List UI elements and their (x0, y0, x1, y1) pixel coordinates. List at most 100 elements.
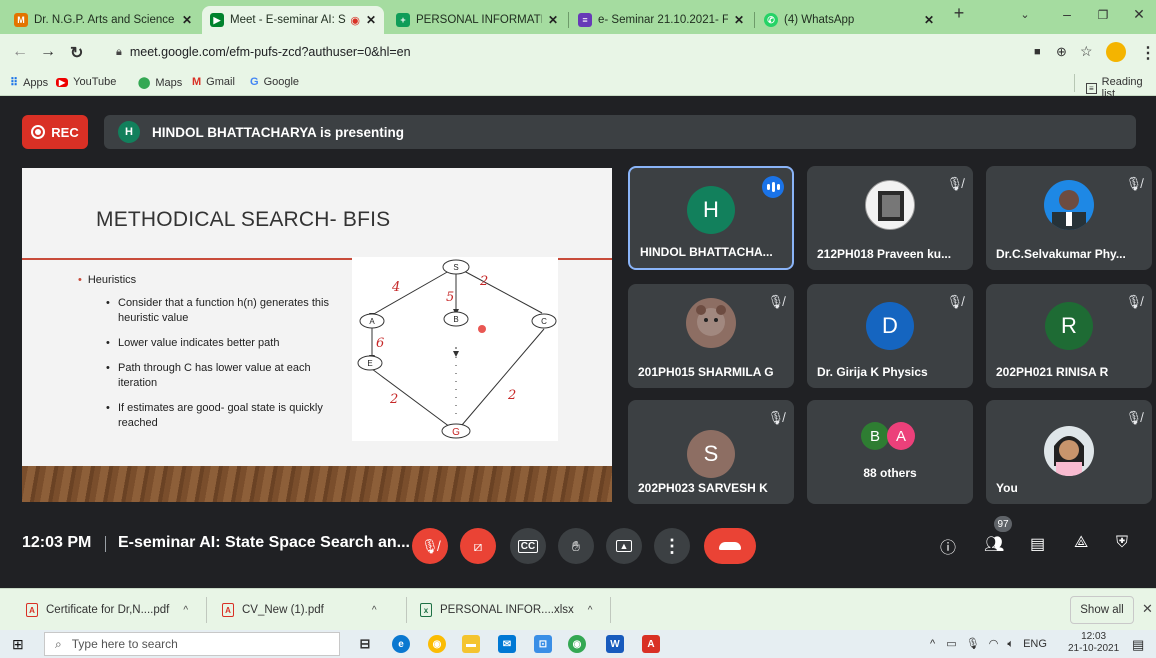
bookmark-youtube[interactable]: ▶ YouTube (56, 76, 116, 88)
reload-icon[interactable]: ↻ (70, 43, 83, 63)
participant-tile[interactable]: 🎙︎̸ Dr.C.Selvakumar Phy... (986, 166, 1152, 270)
taskbar-search[interactable]: ⌕ Type here to search (44, 632, 340, 656)
acrobat-icon[interactable]: A (642, 635, 660, 653)
participant-avatar: H (687, 186, 735, 234)
mail-icon[interactable]: ✉ (498, 635, 516, 653)
address-bar[interactable]: 🔒︎ meet.google.com/efm-pufs-zcd?authuser… (104, 38, 1024, 66)
people-icon[interactable]: 👥︎ (984, 534, 1004, 554)
pdf-icon: A (222, 603, 234, 617)
close-tab-icon[interactable]: ✕ (734, 13, 744, 27)
participant-tile[interactable]: 🎙︎̸ 201PH015 SHARMILA G (628, 284, 794, 388)
tab-label: Dr. N.G.P. Arts and Science C (34, 14, 176, 26)
battery-icon[interactable]: ▭ (946, 638, 956, 650)
camera-in-use-icon[interactable]: ■ (1034, 46, 1041, 58)
word-icon[interactable]: W (606, 635, 624, 653)
chevron-up-icon[interactable]: ^ (372, 605, 377, 616)
zoom-icon[interactable]: ⊕ (1056, 44, 1067, 60)
meeting-info-icon[interactable]: ⓘ (940, 534, 956, 558)
bookmark-gmail[interactable]: M Gmail (192, 76, 235, 88)
mic-icon[interactable]: 🎙︎ (966, 638, 980, 650)
recording-badge[interactable]: REC (22, 115, 88, 149)
chevron-up-icon[interactable]: ^ (588, 605, 593, 616)
activities-icon[interactable]: ⟁ (1074, 534, 1088, 552)
notifications-icon[interactable]: ▤ (1132, 637, 1144, 653)
tab-search-icon[interactable]: ⌄ (1010, 8, 1040, 21)
participant-avatar: B (861, 422, 889, 450)
wifi-icon[interactable]: ◠ (989, 638, 999, 650)
chat-icon[interactable]: ▤ (1030, 534, 1045, 554)
window-close-icon[interactable]: ✕ (1124, 6, 1154, 23)
file-explorer-icon[interactable]: ▬ (462, 635, 480, 653)
chevron-up-icon[interactable]: ^ (930, 638, 935, 650)
gmail-icon: M (192, 76, 202, 88)
participant-tile[interactable]: 🎙︎̸ D Dr. Girija K Physics (807, 284, 973, 388)
chevron-up-icon[interactable]: ^ (183, 605, 188, 616)
tab-whatsapp[interactable]: ✆ (4) WhatsApp ✕ (756, 6, 942, 34)
bookmark-label: Google (263, 76, 300, 88)
menu-icon[interactable]: ⋮ (1140, 43, 1156, 63)
sheets-icon: + (396, 13, 410, 27)
mic-off-icon: 🎙︎̸ (946, 294, 963, 309)
edge-icon[interactable]: e (392, 635, 410, 653)
tab-ngp[interactable]: M Dr. N.G.P. Arts and Science C ✕ (6, 6, 200, 34)
show-all-button[interactable]: Show all (1070, 596, 1134, 624)
volume-icon[interactable]: 🔈︎ (1007, 638, 1014, 650)
captions-button[interactable]: CC (510, 528, 546, 564)
present-button[interactable]: ▲ (606, 528, 642, 564)
tab-feedback-form[interactable]: ≡ e- Seminar 21.10.2021- Feed ✕ (570, 6, 752, 34)
download-separator (610, 597, 611, 623)
more-options-button[interactable]: ⋮ (654, 528, 690, 564)
others-tile[interactable]: B A 88 others (807, 400, 973, 504)
profile-avatar[interactable] (1106, 42, 1126, 62)
participant-photo (1044, 180, 1094, 230)
participant-tile[interactable]: 🎙︎̸ R 202PH021 RINISA R (986, 284, 1152, 388)
close-downloads-icon[interactable]: ✕ (1142, 601, 1153, 617)
chrome-icon[interactable]: ◉ (428, 635, 446, 653)
back-icon[interactable]: ← (12, 43, 28, 61)
close-tab-icon[interactable]: ✕ (366, 13, 376, 27)
laser-pointer (478, 325, 486, 333)
tab-meet[interactable]: ▶ Meet - E-seminar AI: Stat ◉ ✕ (202, 6, 384, 34)
minimize-icon[interactable]: – (1052, 6, 1082, 22)
participant-tile[interactable]: 🎙︎̸ 212PH018 Praveen ku... (807, 166, 973, 270)
new-tab-icon[interactable]: + (944, 3, 974, 24)
camera-off-button[interactable]: ⧄ (460, 528, 496, 564)
bookmark-maps[interactable]: ⬤ Maps (138, 76, 182, 90)
download-item[interactable]: x PERSONAL INFOR....xlsx ^ (412, 589, 608, 631)
others-count: 88 others (863, 466, 917, 480)
participant-name: 202PH021 RINISA R (996, 365, 1109, 379)
download-item[interactable]: A CV_New (1).pdf ^ (214, 589, 400, 631)
raise-hand-button[interactable]: ✋︎ (558, 528, 594, 564)
bookmark-google[interactable]: G Google (250, 76, 299, 88)
close-tab-icon[interactable]: ✕ (924, 13, 934, 27)
download-item[interactable]: A Certificate for Dr,N....pdf ^ (18, 589, 202, 631)
participant-photo (1044, 426, 1094, 476)
language-indicator[interactable]: ENG (1023, 638, 1047, 650)
forward-icon[interactable]: → (40, 43, 56, 61)
taskbar-date: 21-10-2021 (1068, 643, 1120, 654)
bookmark-apps[interactable]: ⠿ Apps (10, 76, 48, 90)
slide-bullet: Lower value indicates better path (106, 336, 350, 351)
task-view-icon[interactable]: ⊟ (356, 635, 374, 653)
recording-icon: ◉ (350, 14, 360, 27)
leave-call-button[interactable] (704, 528, 756, 564)
restore-icon[interactable]: ❐ (1088, 8, 1118, 22)
tab-label: PERSONAL INFORMATION - (416, 14, 542, 26)
close-tab-icon[interactable]: ✕ (182, 13, 192, 27)
store-icon[interactable]: ⊡ (534, 635, 552, 653)
host-controls-icon[interactable]: ⛨ (1116, 534, 1128, 552)
participant-tile[interactable]: 🎙︎̸ S 202PH023 SARVESH K (628, 400, 794, 504)
tab-personal-info[interactable]: + PERSONAL INFORMATION - ✕ (388, 6, 566, 34)
taskbar-clock[interactable]: 12:03 21-10-2021 (1068, 631, 1119, 655)
slide-title: METHODICAL SEARCH- BFIS (96, 208, 391, 231)
windows-start-icon[interactable]: ⊞ (12, 636, 24, 653)
mic-off-button[interactable]: 🎙︎̸ (412, 528, 448, 564)
bookmark-star-icon[interactable]: ☆ (1080, 43, 1093, 60)
mic-off-icon: 🎙︎̸ (1125, 176, 1142, 191)
close-tab-icon[interactable]: ✕ (548, 13, 558, 27)
slide-wood-floor (22, 466, 612, 502)
participant-tile-self[interactable]: 🎙︎̸ You (986, 400, 1152, 504)
participant-tile[interactable]: H HINDOL BHATTACHA... (628, 166, 794, 270)
chrome-icon[interactable]: ◉ (568, 635, 586, 653)
hand-icon: ✋︎ (572, 537, 580, 554)
